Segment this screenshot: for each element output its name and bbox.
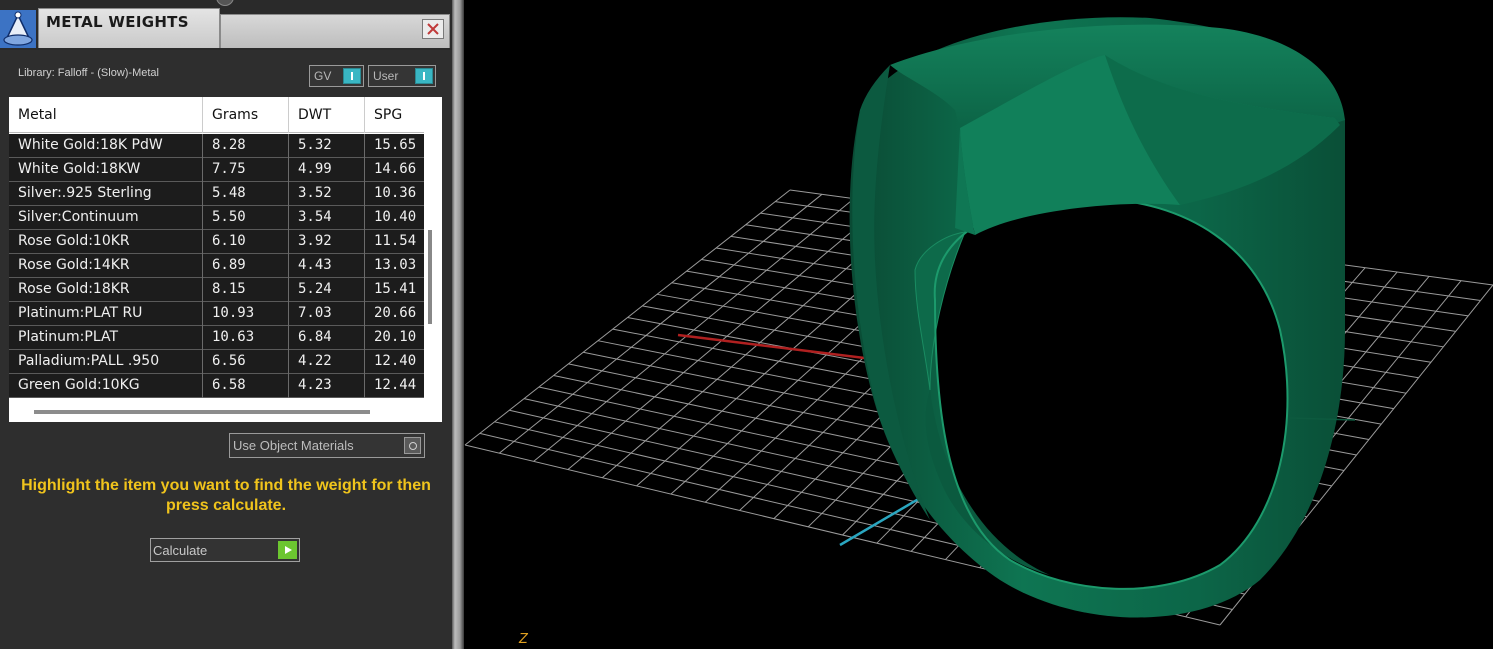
user-switch-icon[interactable] [415,68,433,84]
metal-cell: Silver:.925 Sterling [9,182,203,206]
metal-cell: Platinum:PLAT RU [9,302,203,326]
dwt-cell: 7.03 [289,302,365,326]
metal-weights-panel: METAL WEIGHTS Library: Falloff - (Slow)-… [0,0,452,649]
table-body: White Gold:18K PdW 8.28 5.32 15.65 White… [9,134,424,398]
table-row[interactable]: Silver:.925 Sterling 5.48 3.52 10.36 [9,182,424,206]
user-toggle-label: User [373,69,399,83]
close-icon [427,23,439,35]
metal-cell: Rose Gold:10KR [9,230,203,254]
spg-cell: 20.10 [374,329,417,345]
dwt-cell: 4.22 [289,350,365,374]
grams-cell: 10.93 [203,302,289,326]
title-tab-extension [220,14,450,48]
table-row[interactable]: White Gold:18K PdW 8.28 5.32 15.65 [9,134,424,158]
dwt-cell: 3.52 [289,182,365,206]
weights-logo-icon [0,10,36,48]
viewport-canvas [464,17,1493,626]
library-label: Library: Falloff - (Slow)-Metal [18,67,159,79]
metal-cell: Green Gold:10KG [9,374,203,398]
table-row[interactable]: Green Gold:10KG 6.58 4.23 12.44 [9,374,424,398]
table-row[interactable]: Platinum:PLAT RU 10.93 7.03 20.66 [9,302,424,326]
grams-cell: 6.89 [203,254,289,278]
table-row[interactable]: Rose Gold:10KR 6.10 3.92 11.54 [9,230,424,254]
grams-cell: 7.75 [203,158,289,182]
grams-cell: 6.58 [203,374,289,398]
use-object-materials-option[interactable]: Use Object Materials [229,433,425,458]
panel-grip-handle[interactable] [216,0,234,6]
horizontal-scroll-thumb[interactable] [34,410,370,414]
spg-cell: 10.36 [374,185,417,201]
spg-cell: 14.66 [374,161,417,177]
table-header: Metal Grams DWT SPG [9,97,424,133]
dwt-cell: 3.54 [289,206,365,230]
column-header-dwt[interactable]: DWT [289,97,365,133]
close-button[interactable] [422,19,444,39]
spg-cell: 13.03 [374,257,417,273]
gv-toggle-label: GV [314,69,332,83]
grams-cell: 8.15 [203,278,289,302]
spg-cell: 12.40 [374,353,417,369]
dwt-cell: 3.92 [289,230,365,254]
metal-cell: Palladium:PALL .950 [9,350,203,374]
metal-cell: Platinum:PLAT [9,326,203,350]
dwt-cell: 5.32 [289,134,365,158]
panel-title: METAL WEIGHTS [46,13,189,31]
vertical-scrollbar[interactable] [424,97,442,422]
grams-cell: 10.63 [203,326,289,350]
title-bar: METAL WEIGHTS [0,0,452,50]
play-icon [278,541,297,559]
vertical-scroll-thumb[interactable] [428,230,432,324]
metal-cell: Silver:Continuum [9,206,203,230]
column-header-metal[interactable]: Metal [9,97,203,133]
spg-cell: 11.54 [374,233,417,249]
grams-cell: 5.50 [203,206,289,230]
table-row[interactable]: Silver:Continuum 5.50 3.54 10.40 [9,206,424,230]
table-row[interactable]: Palladium:PALL .950 6.56 4.22 12.40 [9,350,424,374]
calculate-label: Calculate [153,543,208,558]
user-toggle[interactable]: User [368,65,436,87]
metal-table: Metal Grams DWT SPG White Gold:18K PdW 8… [9,97,442,422]
table-row[interactable]: Platinum:PLAT 10.63 6.84 20.10 [9,326,424,350]
spg-cell: 20.66 [374,305,417,321]
metal-cell: Rose Gold:14KR [9,254,203,278]
grams-cell: 8.28 [203,134,289,158]
metal-cell: White Gold:18K PdW [9,134,203,158]
dwt-cell: 4.23 [289,374,365,398]
spg-cell: 10.40 [374,209,417,225]
spg-cell: 12.44 [374,377,417,393]
gv-toggle[interactable]: GV [309,65,364,87]
grams-cell: 6.10 [203,230,289,254]
dwt-cell: 4.43 [289,254,365,278]
calculate-button[interactable]: Calculate [150,538,300,562]
grams-cell: 5.48 [203,182,289,206]
instructions-text: Highlight the item you want to find the … [21,477,431,514]
column-header-spg[interactable]: SPG [365,97,424,133]
gv-switch-icon[interactable] [343,68,361,84]
metal-cell: White Gold:18KW [9,158,203,182]
panel-splitter[interactable] [452,0,464,649]
ring-model[interactable] [849,17,1356,618]
table-row[interactable]: White Gold:18KW 7.75 4.99 14.66 [9,158,424,182]
table-row[interactable]: Rose Gold:14KR 6.89 4.43 13.03 [9,254,424,278]
dwt-cell: 5.24 [289,278,365,302]
dwt-cell: 4.99 [289,158,365,182]
table-row[interactable]: Rose Gold:18KR 8.15 5.24 15.41 [9,278,424,302]
radio-icon[interactable] [404,437,421,454]
z-axis-label: Z [519,632,528,647]
metal-cell: Rose Gold:18KR [9,278,203,302]
use-object-materials-label: Use Object Materials [233,438,354,453]
grams-cell: 6.56 [203,350,289,374]
column-header-grams[interactable]: Grams [203,97,289,133]
spg-cell: 15.65 [374,137,417,153]
spg-cell: 15.41 [374,281,417,297]
dwt-cell: 6.84 [289,326,365,350]
3d-viewport[interactable]: Z [464,0,1493,649]
